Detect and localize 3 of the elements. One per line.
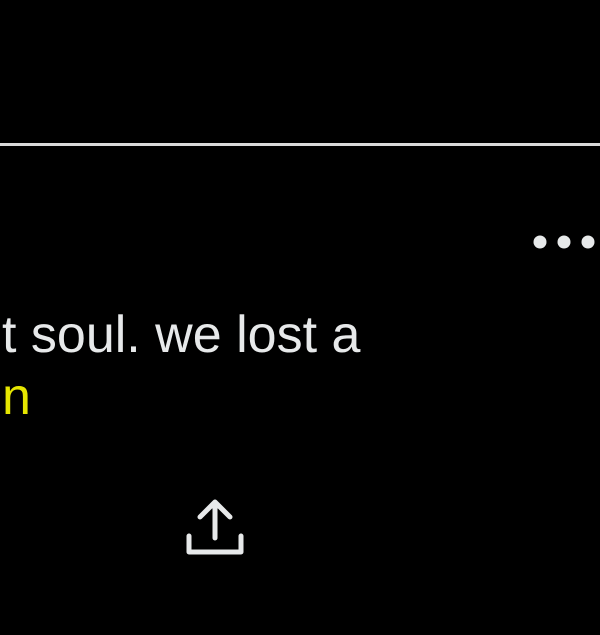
tweet-link[interactable]: n — [2, 366, 31, 428]
share-icon[interactable] — [185, 498, 245, 556]
tweet-text: t soul. we lost a — [2, 305, 360, 366]
